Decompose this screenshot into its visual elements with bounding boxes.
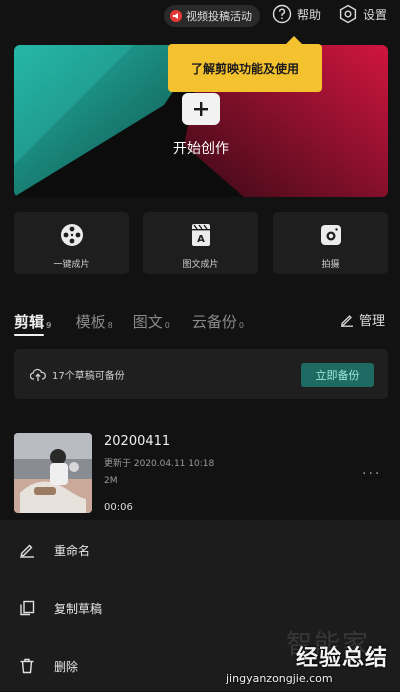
settings-label: 设置: [363, 7, 388, 22]
thumbnail-image: [14, 433, 92, 513]
manage-button[interactable]: 管理: [340, 310, 385, 329]
tab-edit[interactable]: 剪辑 9: [14, 311, 52, 332]
draft-updated-time: 更新于 2020.04.11 10:18: [104, 459, 215, 469]
rename-option[interactable]: 重命名: [0, 524, 400, 576]
pencil-icon: [341, 314, 353, 327]
draft-title: 20200411: [104, 434, 171, 449]
one-click-video-label: 一键成片: [53, 260, 90, 270]
trash-icon: [18, 657, 36, 675]
image-text-video-button[interactable]: A 图文成片: [143, 212, 258, 274]
more-options-button[interactable]: ···: [362, 466, 381, 482]
backup-info: 17个草稿可备份: [30, 367, 125, 382]
create-plus-button[interactable]: [182, 93, 220, 125]
help-tooltip[interactable]: 了解剪映功能及使用: [168, 44, 322, 92]
document-clap-icon: A: [191, 224, 210, 246]
watermark-brand: 经验总结: [296, 646, 389, 671]
active-tab-indicator: [14, 334, 44, 336]
tab-templates[interactable]: 模板 8: [76, 311, 113, 332]
promo-label: 视频投稿活动: [186, 10, 252, 23]
tab-image-text[interactable]: 图文 0: [133, 311, 170, 332]
start-creation-label: 开始创作: [173, 141, 229, 157]
draft-tabs: 剪辑 9 模板 8 图文 0 云备份 0: [14, 308, 244, 332]
help-label: 帮助: [297, 7, 322, 22]
gear-icon: [339, 4, 357, 24]
draft-thumbnail[interactable]: [14, 433, 92, 513]
svg-text:A: A: [197, 234, 205, 245]
help-button[interactable]: 帮助: [272, 4, 321, 24]
duplicate-draft-label: 复制草稿: [54, 601, 103, 616]
image-text-video-label: 图文成片: [182, 260, 219, 270]
cloud-upload-icon: [30, 368, 46, 381]
promo-activity-button[interactable]: 视频投稿活动: [164, 5, 260, 27]
pencil-icon: [18, 541, 36, 559]
backup-now-button[interactable]: 立即备份: [301, 363, 374, 387]
backup-count-text: 17个草稿可备份: [52, 371, 125, 382]
shoot-button[interactable]: 拍摄: [273, 212, 388, 274]
shoot-label: 拍摄: [321, 260, 340, 270]
film-reel-icon: [60, 224, 83, 246]
draft-file-size: 2M: [104, 476, 118, 486]
one-click-video-button[interactable]: 一键成片: [14, 212, 129, 274]
question-icon: [272, 4, 292, 24]
plus-icon: [194, 102, 208, 116]
megaphone-icon: [170, 10, 182, 22]
watermark-url: jingyanzongjie.com: [226, 672, 333, 685]
copy-icon: [18, 599, 36, 617]
tooltip-text: 了解剪映功能及使用: [190, 61, 299, 76]
tab-cloud-backup[interactable]: 云备份 0: [192, 311, 244, 332]
manage-label: 管理: [359, 314, 386, 329]
rename-label: 重命名: [54, 543, 91, 558]
draft-duration: 00:06: [104, 502, 133, 513]
tooltip-arrow: [286, 36, 302, 44]
delete-label: 删除: [54, 659, 79, 674]
camera-icon: [320, 225, 341, 245]
settings-button[interactable]: 设置: [338, 4, 387, 24]
